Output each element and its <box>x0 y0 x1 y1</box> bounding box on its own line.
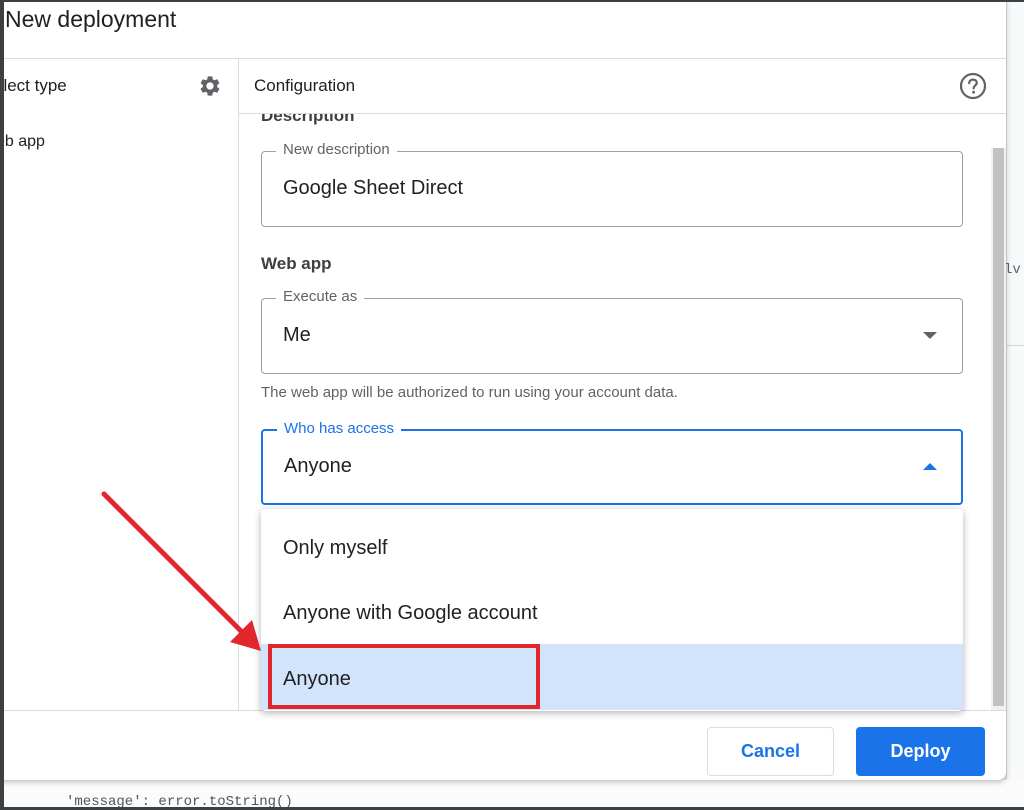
deploy-button[interactable]: Deploy <box>856 727 985 776</box>
editor-right-strip <box>1006 0 1024 810</box>
help-circle-icon[interactable] <box>959 72 987 100</box>
header-divider <box>0 58 1006 59</box>
type-item-web-app[interactable]: eb app <box>0 133 45 151</box>
who-has-access-value: Anyone <box>284 455 352 477</box>
execute-as-select[interactable]: Execute as Me <box>261 288 963 374</box>
chevron-up-icon <box>923 463 937 470</box>
execute-as-helper-text: The web app will be authorized to run us… <box>261 384 678 401</box>
execute-as-label: Execute as <box>276 288 365 305</box>
description-field[interactable]: New description Google Sheet Direct <box>261 141 963 227</box>
who-has-access-select[interactable]: Who has access Anyone <box>261 420 963 505</box>
description-field-value: Google Sheet Direct <box>283 177 464 199</box>
web-app-section-title: Web app <box>261 254 332 273</box>
select-type-heading: elect type <box>0 76 67 95</box>
scrollbar-thumb[interactable] <box>993 148 1004 706</box>
cancel-button[interactable]: Cancel <box>707 727 834 776</box>
configuration-heading: Configuration <box>254 76 356 95</box>
access-option-label: Only myself <box>283 537 388 559</box>
access-option-label: Anyone with Google account <box>283 602 538 624</box>
dialog-title: New deployment <box>5 6 177 32</box>
description-field-label: New description <box>276 141 397 158</box>
editor-right-snippet: lv <box>1004 262 1021 278</box>
annotation-arrow-icon <box>101 491 261 651</box>
editor-right-divider <box>1006 345 1024 346</box>
annotation-highlight-box <box>268 644 540 709</box>
description-section-title: Description <box>261 114 355 125</box>
execute-as-value: Me <box>283 324 311 346</box>
chevron-down-icon <box>923 332 937 339</box>
gear-icon[interactable] <box>198 74 222 98</box>
access-option-only-myself[interactable]: Only myself <box>261 513 963 579</box>
access-option-google-account[interactable]: Anyone with Google account <box>261 578 963 644</box>
editor-bottom-strip: 'message': error.toString() <box>0 780 1024 810</box>
screenshot-frame-left <box>0 0 4 810</box>
screenshot-frame-top <box>0 0 1024 2</box>
who-has-access-label: Who has access <box>277 420 402 437</box>
